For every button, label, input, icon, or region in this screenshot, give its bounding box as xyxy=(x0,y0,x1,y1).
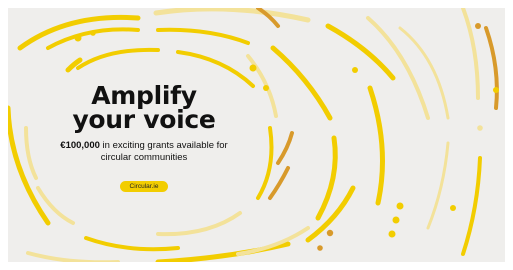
ring-arc xyxy=(367,85,385,206)
ring-arc xyxy=(461,8,480,100)
ring-dot xyxy=(392,216,400,224)
headline: Amplify your voice xyxy=(72,81,216,134)
ring-arc xyxy=(156,211,242,237)
ring-dot xyxy=(90,30,96,36)
ring-arc xyxy=(315,135,338,221)
ring-dot xyxy=(493,87,499,93)
ring-arc xyxy=(17,14,141,51)
circular-ie-button[interactable]: Circular.ie xyxy=(119,181,169,192)
ring-dot xyxy=(396,202,404,210)
grant-description-text: in exciting grants available for circula… xyxy=(99,140,228,163)
grant-amount: €100,000 xyxy=(60,140,100,151)
ring-dot xyxy=(450,205,456,211)
ring-dot xyxy=(263,85,269,91)
grant-description: €100,000 in exciting grants available fo… xyxy=(58,140,230,163)
ring-arc xyxy=(426,141,450,230)
ring-arc xyxy=(461,156,482,256)
ring-arc xyxy=(256,126,274,200)
ring-dot xyxy=(352,67,358,73)
banner-text-block: Amplify your voice €100,000 in exciting … xyxy=(58,81,230,192)
ring-dot xyxy=(317,245,323,251)
ring-arc xyxy=(76,47,160,70)
ring-arc xyxy=(268,166,290,200)
ring-arc xyxy=(484,26,499,110)
ring-arc xyxy=(26,251,120,262)
ring-dot xyxy=(249,64,257,72)
ring-arc xyxy=(24,126,38,180)
promo-banner: Amplify your voice €100,000 in exciting … xyxy=(8,8,505,262)
ring-arc xyxy=(276,131,294,165)
ring-arc xyxy=(156,27,250,45)
ring-arc xyxy=(8,105,51,226)
ring-dot xyxy=(475,23,481,29)
ring-arc xyxy=(84,236,180,252)
ring-dot xyxy=(477,125,483,131)
ring-dot xyxy=(326,229,334,237)
ring-dot xyxy=(388,230,396,238)
ring-arc xyxy=(270,45,333,121)
ring-arc xyxy=(153,8,311,23)
ring-dot xyxy=(74,34,82,42)
